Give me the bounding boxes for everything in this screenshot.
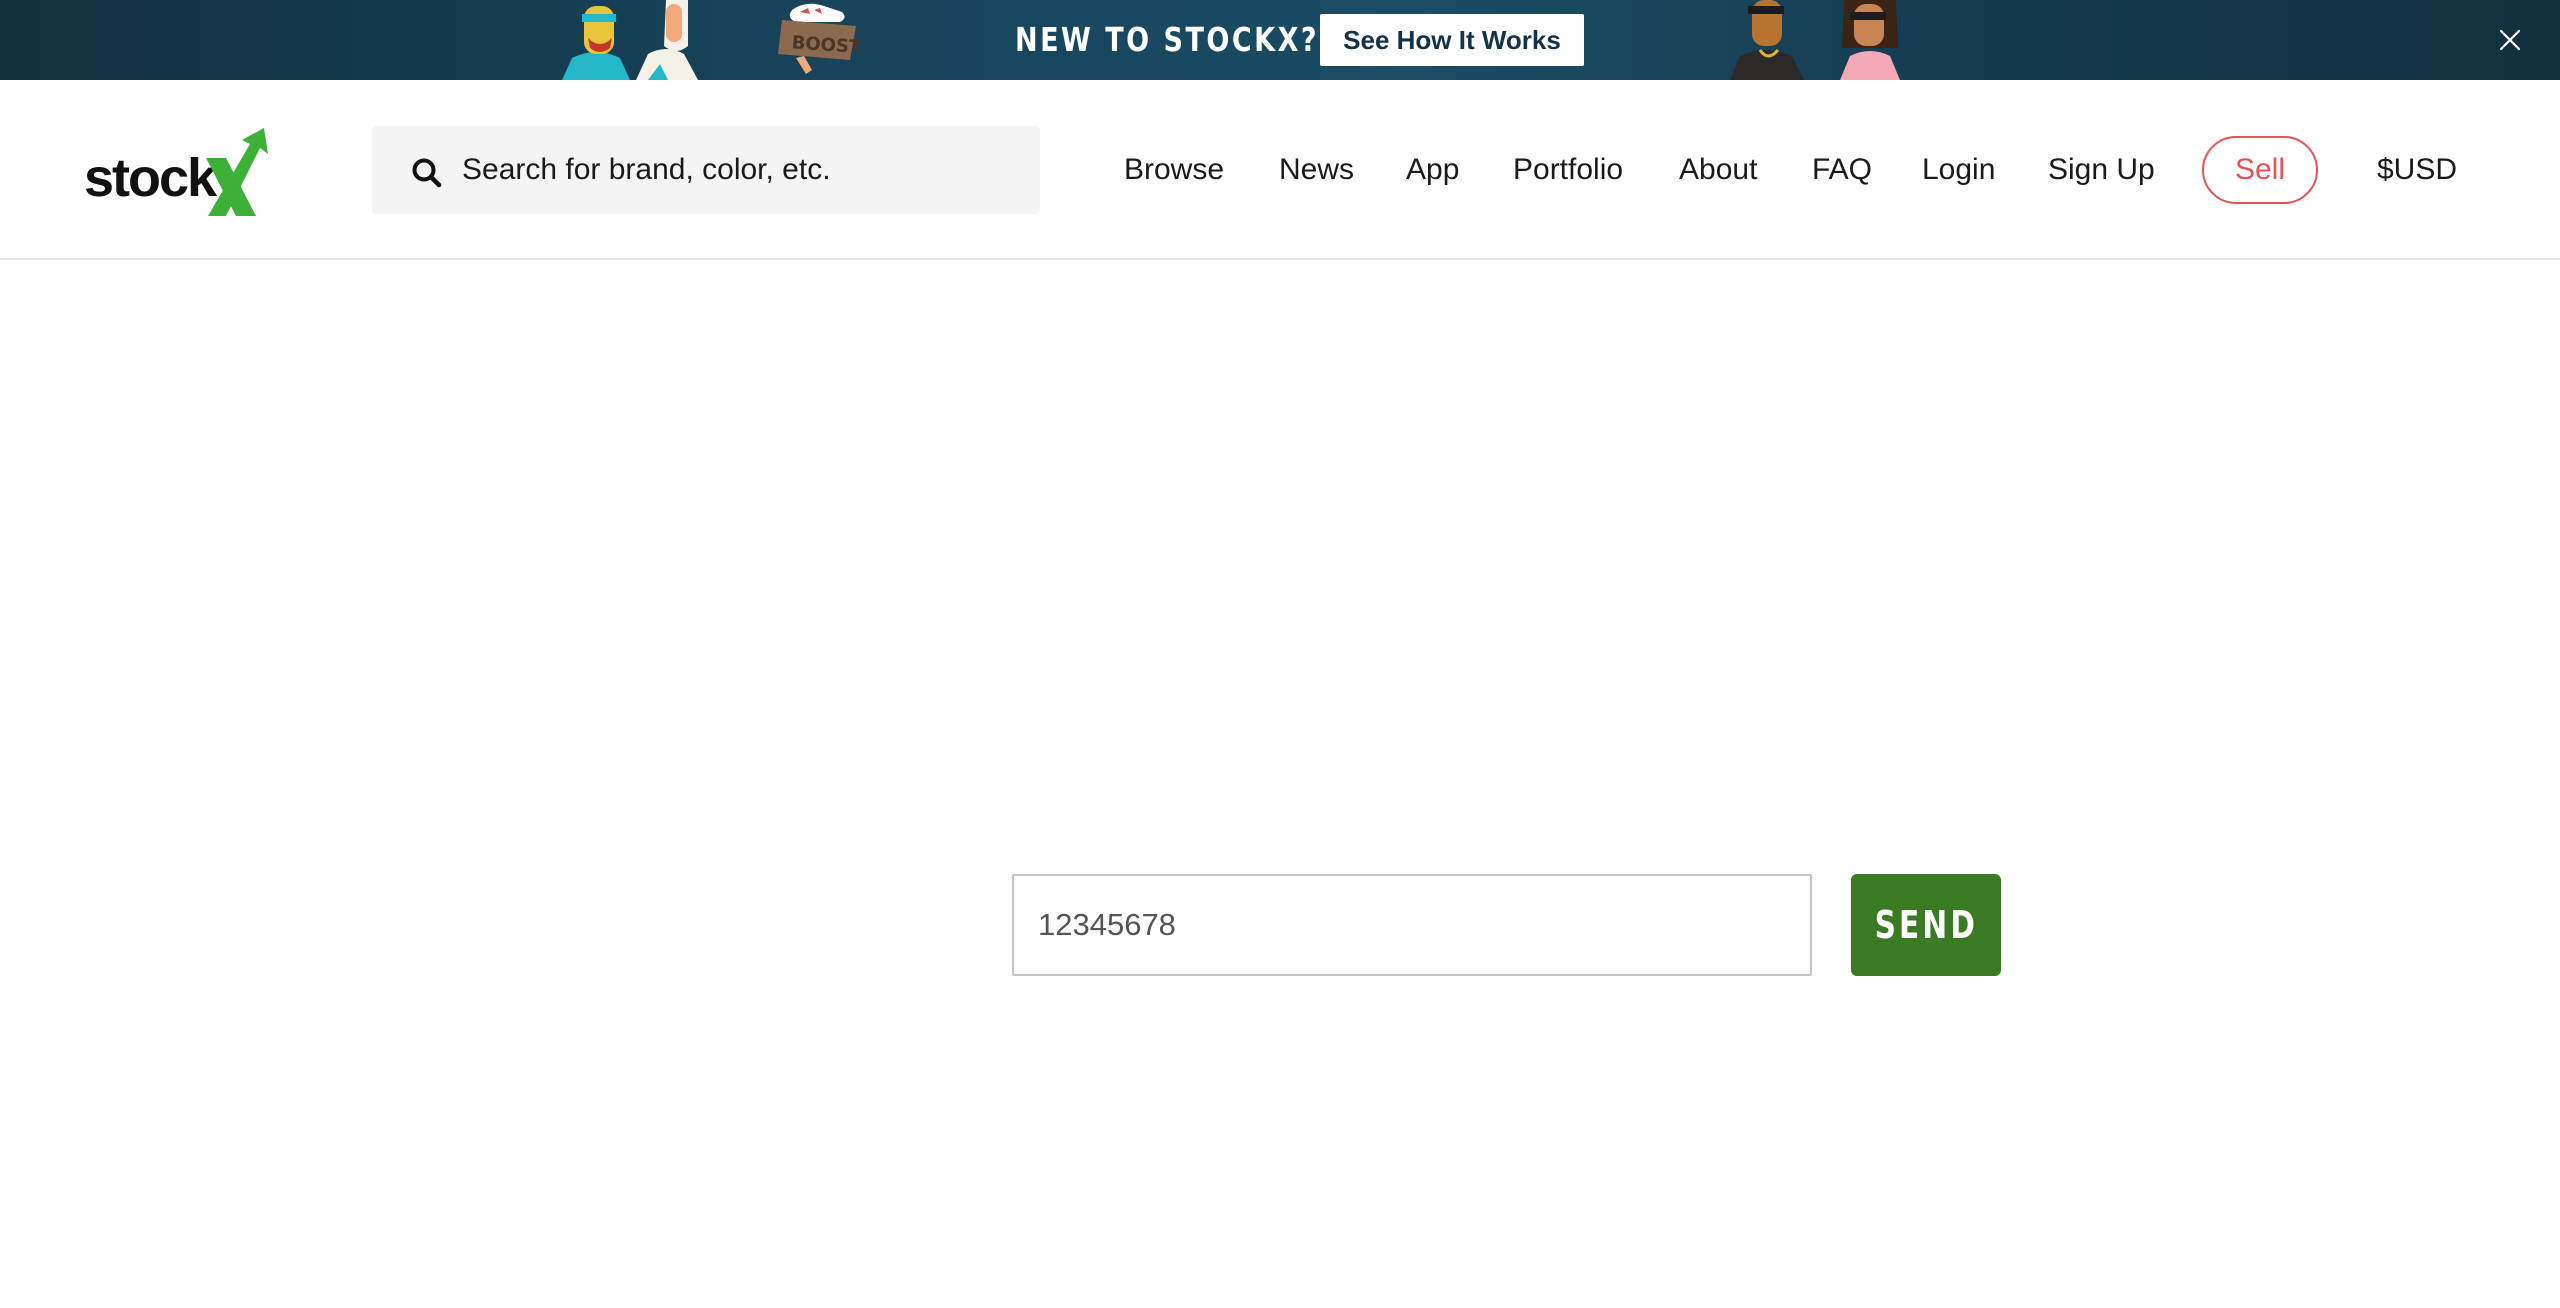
send-button-label: SEND bbox=[1874, 903, 1978, 947]
sell-button[interactable]: Sell bbox=[2202, 136, 2318, 204]
close-banner-button[interactable] bbox=[2490, 20, 2530, 60]
nav-login[interactable]: Login bbox=[1922, 150, 1995, 190]
see-how-it-works-button[interactable]: See How It Works bbox=[1320, 14, 1584, 66]
logo-wordmark: stock bbox=[84, 148, 218, 208]
search-icon bbox=[412, 158, 442, 188]
stockx-logo[interactable]: stock bbox=[84, 128, 290, 220]
nav-news[interactable]: News bbox=[1279, 150, 1354, 190]
nav-browse[interactable]: Browse bbox=[1124, 150, 1224, 190]
site-header: stock Browse News App Portfolio About FA… bbox=[0, 80, 2560, 260]
nav-app[interactable]: App bbox=[1406, 150, 1459, 190]
promo-banner: BOOST NEW TO STOCKX? See How It Works bbox=[0, 0, 2560, 80]
nav-faq[interactable]: FAQ bbox=[1812, 150, 1872, 190]
promo-illustration-left: BOOST bbox=[562, 0, 863, 80]
currency-selector[interactable]: $USD bbox=[2377, 150, 2457, 190]
promo-illustration-right bbox=[1730, 0, 1900, 80]
search-input[interactable] bbox=[462, 126, 1022, 214]
search-bar bbox=[372, 126, 1040, 214]
nav-sign-up[interactable]: Sign Up bbox=[2048, 150, 2155, 190]
promo-headline: NEW TO STOCKX? bbox=[1015, 20, 1320, 59]
code-input[interactable] bbox=[1012, 874, 1812, 976]
nav-about[interactable]: About bbox=[1679, 150, 1757, 190]
send-button[interactable]: SEND bbox=[1851, 874, 2001, 976]
nav-portfolio[interactable]: Portfolio bbox=[1513, 150, 1623, 190]
close-icon bbox=[2499, 29, 2521, 51]
